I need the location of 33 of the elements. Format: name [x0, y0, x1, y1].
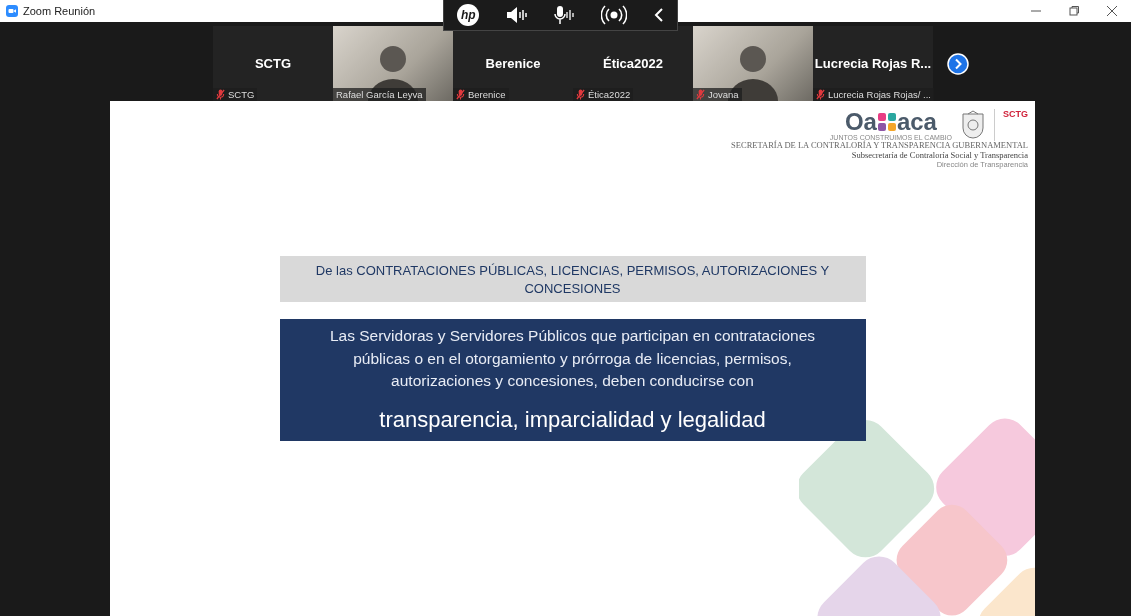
microphone-icon[interactable] — [554, 5, 575, 25]
organization-line: SECRETARÍA DE LA CONTRALORÍA Y TRANSPARENCIA GUBERNAMENTAL — [731, 141, 1028, 151]
slide-heading: De las CONTRATACIONES PÚBLICAS, LICENCIAS, PERMISOS, AUTORIZACIONES Y CONCESIONES — [279, 256, 866, 303]
participant-name: Ética2022 — [603, 56, 663, 71]
participant-name-label: Lucrecia Rojas Rojas/ ... — [813, 88, 934, 101]
slide-body-text: Las Servidoras y Servidores Públicos que participan en contrataciones públicas o en el otorgamiento y prórroga de licencias, permisos, autorizaciones y concesiones, deben conducirse con — [328, 326, 817, 392]
muted-mic-icon — [696, 89, 705, 100]
close-icon[interactable] — [1107, 6, 1117, 16]
coat-of-arms-icon — [960, 110, 986, 140]
participant-name: SCTG — [254, 56, 292, 71]
speaker-icon[interactable] — [505, 6, 528, 24]
participant-name-label: Berenice — [453, 88, 509, 101]
broadcast-icon[interactable] — [601, 5, 628, 25]
participant-name-label: Ética2022 — [573, 88, 634, 101]
muted-mic-icon — [576, 89, 585, 100]
sctg-logo: SCTG — [994, 109, 1028, 141]
oaxaca-logo: Oa aca — [844, 109, 937, 134]
participant-name-label: Rafael García Leyva — [333, 88, 426, 101]
muted-mic-icon — [816, 89, 825, 100]
collapse-icon[interactable] — [653, 7, 664, 23]
restore-icon[interactable] — [1069, 6, 1079, 16]
participant-name: Berenice — [485, 56, 541, 71]
window-title: Zoom Reunión — [23, 5, 96, 17]
next-page-icon[interactable] — [947, 52, 969, 75]
emphasis-text: transparencia, imparcialidad y legalidad — [379, 406, 766, 433]
participant-name-label: Jovana — [693, 88, 742, 101]
participant-name: Lucrecia Rojas R... — [814, 56, 932, 71]
muted-mic-icon — [456, 89, 465, 100]
organization-line: Subsecretaría de Contraloría Social y Transparencia — [851, 150, 1028, 161]
hp-logo[interactable]: hp — [457, 4, 480, 26]
app-icon — [6, 5, 18, 17]
participant-name-label: SCTG — [213, 88, 258, 101]
muted-mic-icon — [216, 89, 225, 100]
